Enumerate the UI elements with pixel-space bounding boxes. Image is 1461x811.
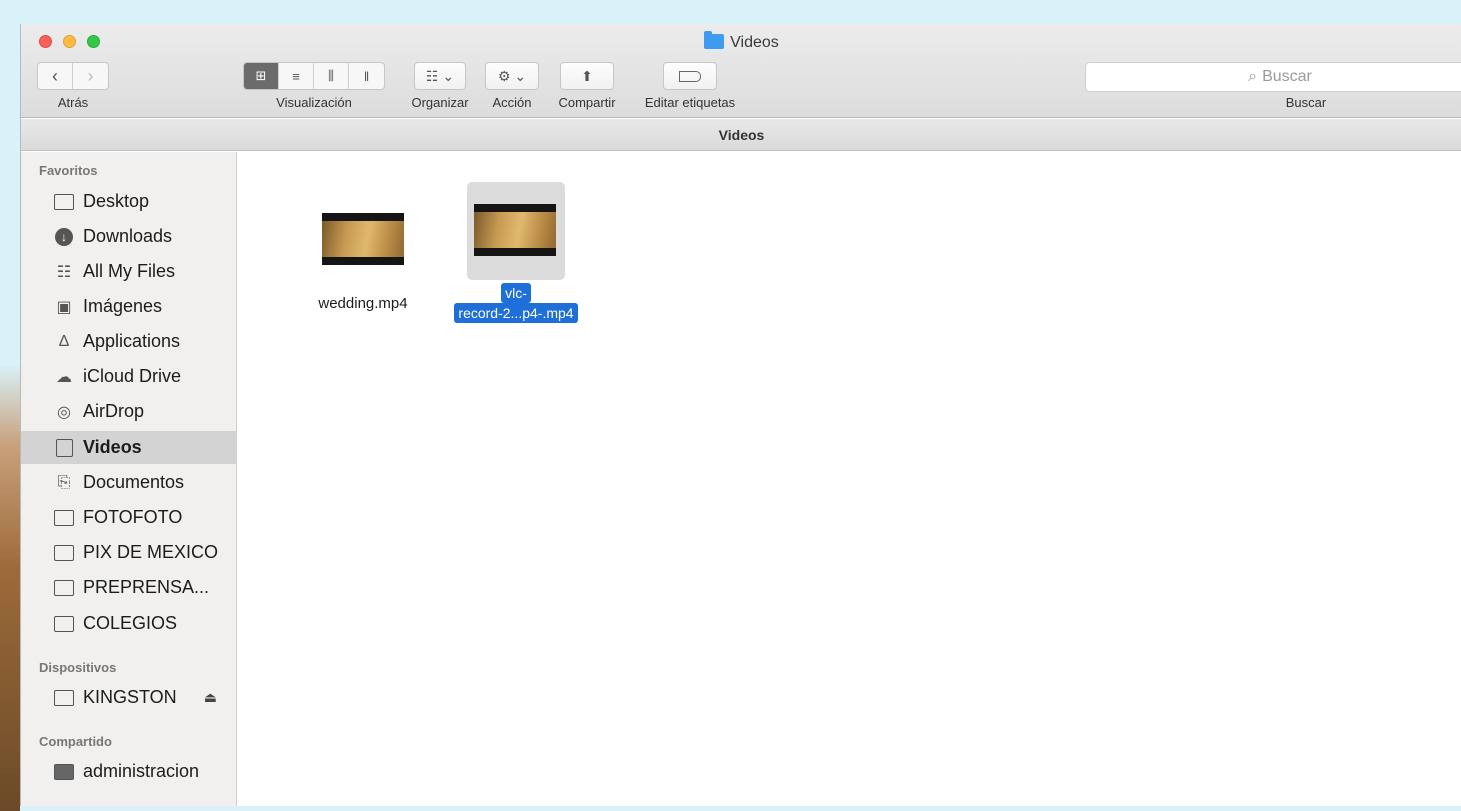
sidebar-item-icloud-drive[interactable]: ☁ iCloud Drive	[21, 360, 237, 393]
eject-icon[interactable]: ⏏	[204, 689, 217, 706]
arrange-icon: ☷ ⌄	[425, 67, 455, 84]
folder-icon	[53, 579, 75, 597]
arrange-button[interactable]: ☷ ⌄	[414, 62, 466, 90]
sidebar-item-label: Downloads	[83, 226, 173, 246]
tag-icon	[679, 70, 701, 82]
sidebar-item-label: COLEGIOS	[83, 613, 178, 633]
applications-icon: ∆	[59, 332, 69, 350]
folder-icon	[704, 31, 725, 49]
drive-icon	[53, 689, 75, 707]
sidebar-item-label: Imágenes	[83, 296, 163, 316]
folder-icon	[53, 509, 75, 527]
sidebar-item-videos[interactable]: Videos	[21, 431, 237, 464]
airdrop-icon: ◎	[57, 403, 71, 421]
sidebar-item-desktop[interactable]: Desktop	[21, 185, 237, 218]
action-button[interactable]: ⚙ ⌄	[485, 62, 539, 90]
sidebar-item-pix-de-mexico[interactable]: PIX DE MEXICO	[21, 536, 237, 569]
tags-label: Editar etiquetas	[644, 95, 736, 110]
search-input[interactable]: ⌕ Buscar	[1085, 62, 1461, 92]
sidebar-header-devices: Dispositivos	[39, 660, 117, 675]
sidebar-item-administracion[interactable]: administracion	[21, 755, 237, 788]
sidebar-item-preprensa[interactable]: PREPRENSA...	[21, 571, 237, 604]
cloud-icon: ☁	[56, 368, 72, 386]
desktop-background	[0, 0, 20, 811]
sidebar-item-airdrop[interactable]: ◎ AirDrop	[21, 395, 237, 428]
sidebar-item-label: All My Files	[83, 261, 176, 281]
toolbar: Videos ‹ › Atrás ⊞ ≡ ⫼ ‖ Visualización ☷…	[21, 24, 1461, 118]
sidebar-header-shared: Compartido	[39, 734, 112, 749]
sidebar-item-kingston[interactable]: KINGSTON ⏏	[21, 681, 237, 714]
film-icon	[53, 438, 75, 457]
file-name: vlc- record-2...p4-.mp4	[426, 283, 606, 323]
all-files-icon: ☷	[56, 263, 72, 281]
share-icon: ⬆	[581, 67, 593, 84]
sidebar-item-label: PIX DE MEXICO	[83, 542, 219, 562]
desktop-icon	[53, 193, 75, 211]
finder-window: Videos ‹ › Atrás ⊞ ≡ ⫼ ‖ Visualización ☷…	[20, 24, 1461, 806]
folder-icon	[53, 615, 75, 633]
action-label: Acción	[492, 95, 532, 110]
video-thumbnail	[474, 204, 556, 256]
sidebar-item-all-my-files[interactable]: ☷ All My Files	[21, 255, 237, 288]
list-view-button[interactable]: ≡	[279, 63, 314, 89]
video-thumbnail	[322, 213, 404, 265]
camera-icon: ▣	[56, 298, 72, 316]
sidebar-item-label: KINGSTON	[83, 687, 177, 707]
icon-view-button[interactable]: ⊞	[244, 63, 279, 89]
sidebar-item-applications[interactable]: ∆ Applications	[21, 325, 237, 358]
share-label: Compartir	[558, 95, 616, 110]
search-placeholder: Buscar	[1262, 68, 1312, 85]
file-name: wedding.mp4	[318, 295, 408, 312]
share-button[interactable]: ⬆	[560, 62, 614, 90]
sidebar-item-label: Videos	[83, 437, 142, 457]
sidebar-item-label: FOTOFOTO	[83, 507, 183, 527]
sidebar-item-label: Desktop	[83, 191, 150, 211]
view-label: Visualización	[276, 95, 352, 110]
documents-icon: ⎘	[57, 473, 71, 491]
sidebar: Favoritos Desktop ↓ Downloads ☷ All My F…	[21, 152, 237, 806]
search-icon: ⌕	[1248, 68, 1258, 85]
sidebar-item-label: AirDrop	[83, 401, 145, 421]
forward-button[interactable]: ›	[73, 63, 108, 89]
sidebar-header-favorites: Favoritos	[39, 163, 98, 178]
sidebar-item-label: iCloud Drive	[83, 366, 182, 386]
coverflow-view-button[interactable]: ‖	[349, 63, 384, 89]
sidebar-item-label: Applications	[83, 331, 181, 351]
back-button[interactable]: ‹	[38, 63, 73, 89]
back-forward-control: ‹ ›	[37, 62, 109, 90]
sidebar-item-downloads[interactable]: ↓ Downloads	[21, 220, 237, 253]
sidebar-item-label: Documentos	[83, 472, 185, 492]
sidebar-item-colegios[interactable]: COLEGIOS	[21, 607, 237, 640]
view-control: ⊞ ≡ ⫼ ‖	[243, 62, 385, 90]
tags-button[interactable]	[663, 62, 717, 90]
sidebar-item-documentos[interactable]: ⎘ Documentos	[21, 466, 237, 499]
sidebar-item-imagenes[interactable]: ▣ Imágenes	[21, 290, 237, 323]
folder-icon	[53, 544, 75, 562]
sidebar-item-label: PREPRENSA...	[83, 577, 210, 597]
arrange-label: Organizar	[411, 95, 469, 110]
back-label: Atrás	[57, 95, 89, 110]
window-title: Videos	[21, 31, 1461, 52]
downloads-icon: ↓	[53, 227, 75, 246]
computer-icon	[53, 763, 75, 781]
path-bar: Videos	[21, 119, 1461, 151]
gear-icon: ⚙ ⌄	[497, 67, 527, 84]
column-view-button[interactable]: ⫼	[314, 63, 349, 89]
search-label: Buscar	[1285, 95, 1327, 110]
sidebar-item-label: administracion	[83, 761, 200, 781]
sidebar-item-fotofoto[interactable]: FOTOFOTO	[21, 501, 237, 534]
